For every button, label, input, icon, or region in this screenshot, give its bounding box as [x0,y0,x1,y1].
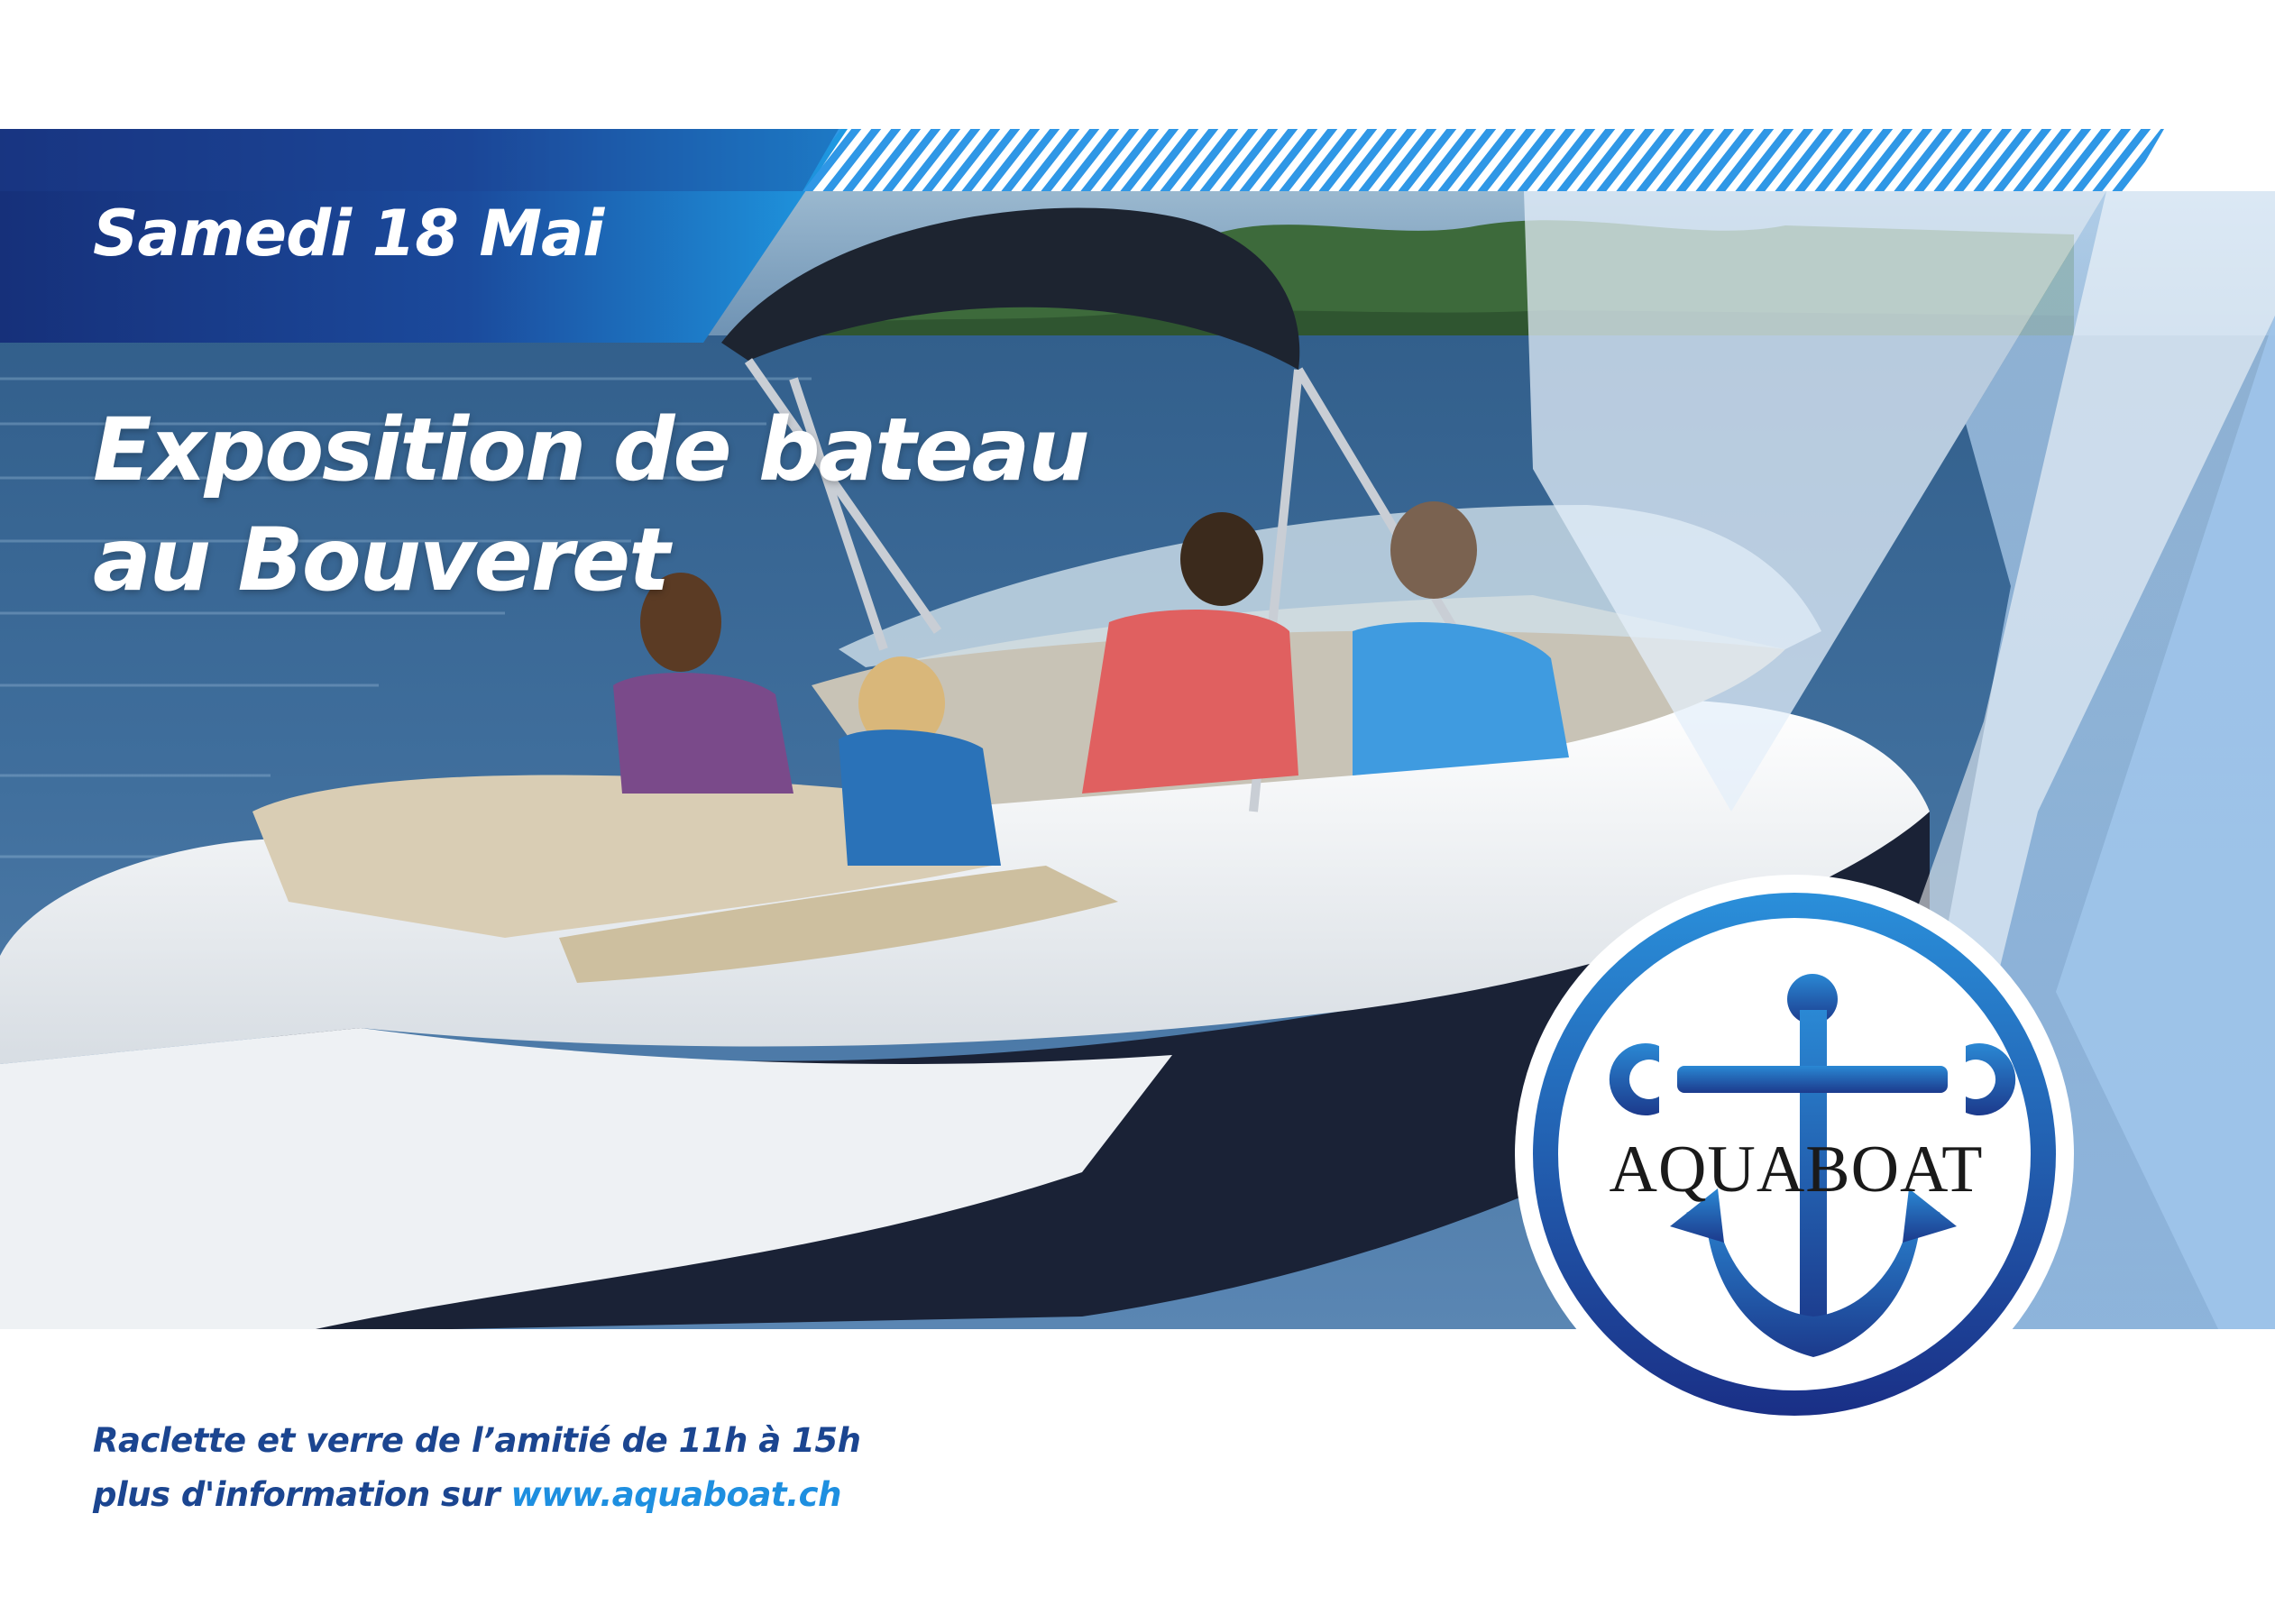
event-headline: Exposition de bateau au Bouveret [93,395,1175,615]
headline-line-2: au Bouveret [93,509,670,610]
stripe-band [803,129,2164,191]
headline-line-1: Exposition de bateau [93,399,1090,500]
event-date: Samedi 18 Mai [93,197,604,271]
footer-line-1: Raclette et verre de l’amitié de 11h à 1… [93,1421,861,1460]
website-link[interactable]: www.aquaboat.ch [511,1475,842,1514]
brand-name: AQUABOAT [1609,1133,1984,1207]
footer-info: Raclette et verre de l’amitié de 11h à 1… [93,1414,861,1522]
footer-line-2-prefix: plus d'information sur [93,1475,511,1514]
footer-line-2: plus d'information sur www.aquaboat.ch [93,1468,860,1522]
